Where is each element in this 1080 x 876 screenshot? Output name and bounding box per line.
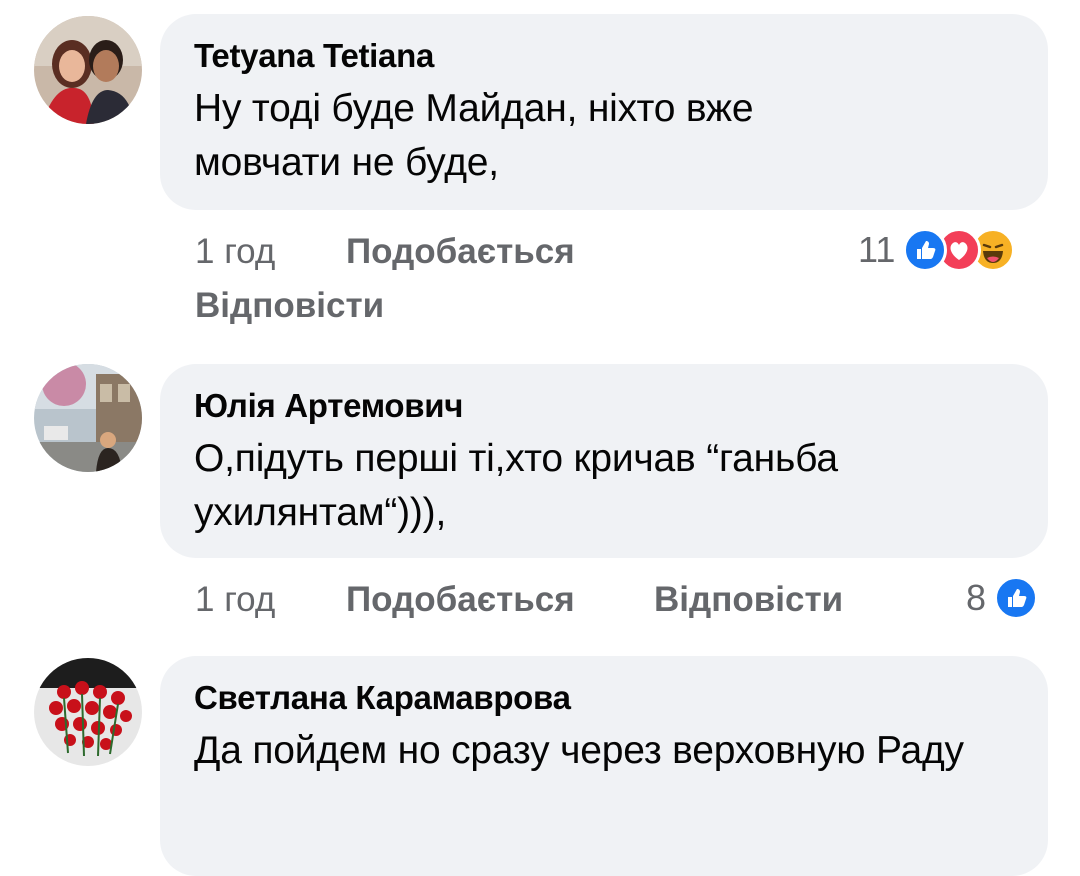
- comment-time[interactable]: 1 год: [195, 230, 275, 274]
- comment-time[interactable]: 1 год: [195, 578, 275, 622]
- reaction-summary[interactable]: 8: [966, 576, 1039, 620]
- like-icon: [994, 576, 1039, 620]
- avatar[interactable]: [34, 364, 142, 472]
- like-button[interactable]: Подобається: [346, 578, 575, 622]
- comment-text: Ну тоді буде Майдан, ніхто вже мовчати н…: [194, 87, 754, 184]
- comment-text: Да пойдем но сразу через верховную Раду: [194, 729, 964, 772]
- comment-bubble: Tetyana Tetiana Ну тоді буде Майдан, ніх…: [160, 14, 1048, 210]
- comment-author[interactable]: Tetyana Tetiana: [194, 36, 1014, 76]
- avatar[interactable]: [34, 658, 142, 766]
- reaction-count: 11: [858, 229, 896, 270]
- reaction-summary[interactable]: 11: [858, 228, 1016, 272]
- comment-author[interactable]: Светлана Карамаврова: [194, 678, 1014, 718]
- like-icon: [903, 228, 948, 272]
- reaction-count: 8: [966, 577, 987, 618]
- reply-button[interactable]: Відповісти: [654, 578, 843, 622]
- comment-bubble: Светлана Карамаврова Да пойдем но сразу …: [160, 656, 1048, 876]
- comment-text: О,підуть перші ті,хто кричав “ганьба ухи…: [194, 437, 838, 534]
- reply-button[interactable]: Відповісти: [195, 284, 384, 328]
- comment-bubble: Юлія Артемович О,підуть перші ті,хто кри…: [160, 364, 1048, 558]
- like-button[interactable]: Подобається: [346, 230, 575, 274]
- avatar[interactable]: [34, 16, 142, 124]
- comment-author[interactable]: Юлія Артемович: [194, 386, 1014, 426]
